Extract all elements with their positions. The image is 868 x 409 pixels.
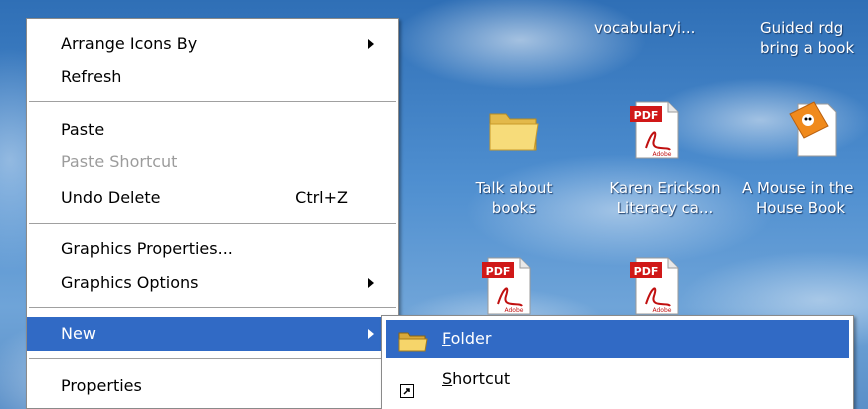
menu-item-label: Paste Shortcut bbox=[61, 152, 178, 171]
desktop-icon-label-line1: A Mouse in the bbox=[742, 179, 854, 197]
pdf-badge: PDF bbox=[634, 109, 659, 122]
menu-item-undo-delete[interactable]: Undo Delete Ctrl+Z bbox=[27, 181, 398, 215]
menu-item-label: Refresh bbox=[61, 67, 122, 86]
document-image-icon[interactable] bbox=[788, 100, 842, 164]
new-submenu: Folder Shortcut bbox=[381, 315, 854, 409]
menu-item-refresh[interactable]: Refresh bbox=[27, 60, 398, 94]
submenu-item-label: Folder bbox=[442, 320, 491, 358]
menu-separator bbox=[29, 358, 396, 359]
menu-item-arrange-icons-by[interactable]: Arrange Icons By bbox=[27, 27, 398, 61]
submenu-arrow-icon bbox=[368, 39, 374, 49]
desktop-icon-label[interactable]: A Mouse in the House Book bbox=[742, 178, 854, 218]
menu-separator bbox=[29, 223, 396, 224]
label-rest: older bbox=[450, 329, 492, 348]
folder-icon[interactable] bbox=[486, 104, 542, 160]
menu-item-label: Undo Delete bbox=[61, 188, 161, 207]
desktop-icon-label[interactable]: Guided rdg bring a book bbox=[760, 18, 854, 58]
submenu-item-label: Shortcut bbox=[442, 360, 510, 398]
submenu-item-folder[interactable]: Folder bbox=[386, 320, 849, 358]
menu-item-graphics-options[interactable]: Graphics Options bbox=[27, 266, 398, 300]
pdf-brand: Adobe bbox=[653, 307, 672, 314]
desktop-icon-label-line1: Talk about bbox=[475, 179, 553, 197]
desktop-icon-label-line2: bring a book bbox=[760, 39, 855, 57]
menu-separator bbox=[29, 101, 396, 102]
menu-separator bbox=[29, 307, 396, 308]
menu-item-paste[interactable]: Paste bbox=[27, 113, 398, 147]
shortcut-icon bbox=[400, 374, 414, 409]
menu-item-graphics-properties[interactable]: Graphics Properties... bbox=[27, 232, 398, 266]
desktop-icon-label-line1: Guided rdg bbox=[760, 19, 844, 37]
menu-item-label: Graphics Options bbox=[61, 273, 199, 292]
menu-item-label: Properties bbox=[61, 376, 142, 395]
desktop-icon-label[interactable]: Talk about books bbox=[462, 178, 566, 218]
desktop-icon-label-line1: Karen Erickson bbox=[609, 179, 721, 197]
pdf-icon[interactable]: PDF Adobe bbox=[628, 256, 684, 320]
menu-item-label: Graphics Properties... bbox=[61, 239, 233, 258]
menu-item-shortcut: Ctrl+Z bbox=[295, 188, 348, 207]
desktop-icon-label-line2: House Book bbox=[756, 199, 846, 217]
menu-item-label: Paste bbox=[61, 120, 105, 139]
label-rest: hortcut bbox=[452, 369, 511, 388]
desktop-icon-label-line2: books bbox=[491, 199, 537, 217]
pdf-badge: PDF bbox=[634, 265, 659, 278]
menu-item-properties[interactable]: Properties bbox=[27, 369, 398, 403]
menu-item-label: Arrange Icons By bbox=[61, 34, 198, 53]
mnemonic-letter: F bbox=[442, 329, 451, 348]
mnemonic-letter: S bbox=[442, 369, 453, 388]
menu-item-label: New bbox=[61, 324, 96, 343]
desktop-icon-label[interactable]: vocabularyi... bbox=[594, 18, 695, 38]
desktop-context-menu: Arrange Icons By Refresh Paste Paste Sho… bbox=[26, 18, 399, 409]
desktop-icon-label[interactable]: Karen Erickson Literacy ca... bbox=[592, 178, 738, 218]
pdf-icon[interactable]: PDF Adobe bbox=[480, 256, 536, 320]
submenu-arrow-icon bbox=[368, 278, 374, 288]
menu-item-new[interactable]: New bbox=[27, 317, 398, 351]
desktop-icon-label-line2: Literacy ca... bbox=[616, 199, 714, 217]
menu-item-paste-shortcut: Paste Shortcut bbox=[27, 145, 398, 179]
pdf-brand: Adobe bbox=[653, 151, 672, 158]
pdf-brand: Adobe bbox=[505, 307, 524, 314]
pdf-badge: PDF bbox=[486, 265, 511, 278]
pdf-icon[interactable]: PDF Adobe bbox=[628, 100, 684, 164]
desktop-icon-label-line1: vocabularyi... bbox=[594, 19, 696, 37]
submenu-arrow-icon bbox=[368, 329, 374, 339]
submenu-item-shortcut[interactable]: Shortcut bbox=[386, 360, 849, 398]
